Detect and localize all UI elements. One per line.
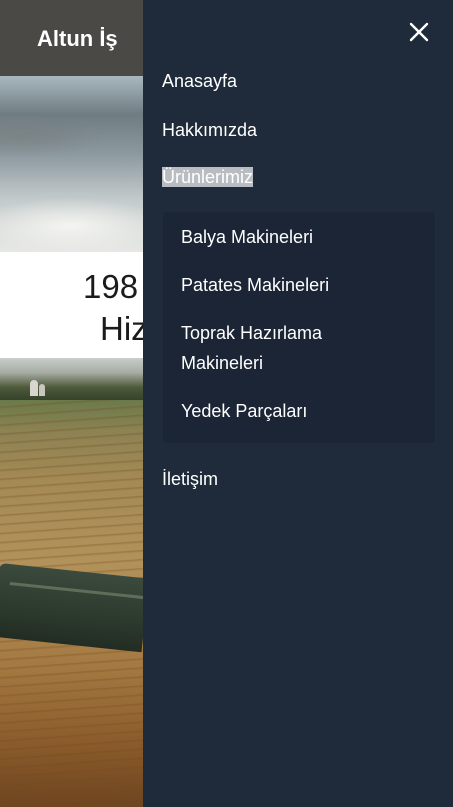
submenu-item-yedek-parca[interactable]: Yedek Parçaları bbox=[181, 396, 307, 426]
nav-item-anasayfa[interactable]: Anasayfa bbox=[162, 71, 237, 92]
submenu-item-label: Patates Makineleri bbox=[181, 275, 330, 295]
nav-item-hakkimizda[interactable]: Hakkımızda bbox=[162, 120, 257, 141]
submenu-item-label: Yedek Parçaları bbox=[181, 401, 308, 421]
nav-item-label: İletişim bbox=[162, 469, 219, 489]
nav-item-label: Ürünlerimiz bbox=[162, 167, 254, 187]
submenu-item-label: Toprak Hazırlama Makineleri bbox=[181, 323, 323, 373]
nav-item-label: Hakkımızda bbox=[162, 120, 258, 140]
submenu-item-patates[interactable]: Patates Makineleri bbox=[181, 270, 329, 300]
nav-item-urunlerimiz[interactable]: Ürünlerimiz bbox=[162, 167, 254, 188]
silo-graphic bbox=[39, 384, 45, 396]
close-icon bbox=[409, 22, 429, 42]
harvester-graphic bbox=[0, 563, 150, 653]
nav-item-iletisim[interactable]: İletişim bbox=[162, 469, 218, 490]
hero-heading-line2: Hiz bbox=[100, 310, 148, 347]
submenu-item-balya[interactable]: Balya Makineleri bbox=[181, 222, 313, 252]
close-button[interactable] bbox=[405, 18, 433, 46]
hero-heading-line1: 198 bbox=[83, 268, 139, 305]
submenu-item-toprak[interactable]: Toprak Hazırlama Makineleri bbox=[181, 318, 381, 378]
brand-logo-text[interactable]: Altun İş bbox=[37, 26, 118, 52]
submenu-item-label: Balya Makineleri bbox=[181, 227, 314, 247]
nav-item-label: Anasayfa bbox=[162, 71, 238, 91]
silo-graphic bbox=[30, 380, 38, 396]
